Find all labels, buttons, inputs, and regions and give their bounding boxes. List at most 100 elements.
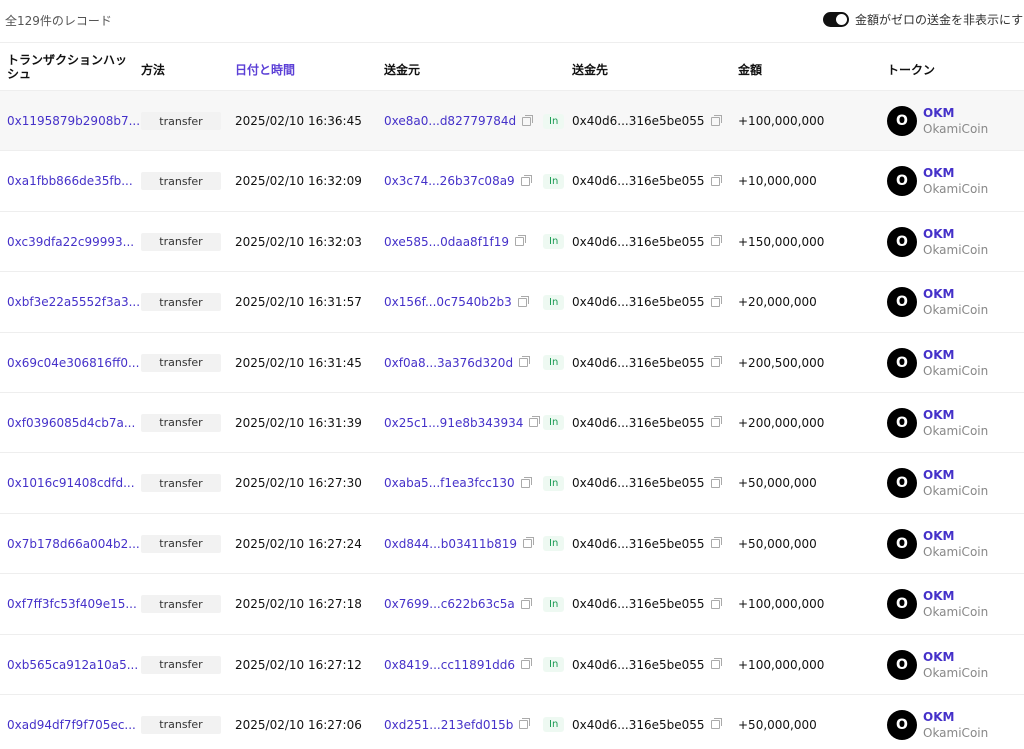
to-address: 0x40d6...316e5be055 xyxy=(572,234,705,249)
token-symbol-link[interactable]: OKM xyxy=(923,105,988,121)
timestamp: 2025/02/10 16:27:24 xyxy=(235,536,362,551)
token-symbol-link[interactable]: OKM xyxy=(923,467,988,483)
copy-icon[interactable] xyxy=(710,718,722,730)
tx-hash-link[interactable]: 0x7b178d66a004b2... xyxy=(7,514,140,574)
token-symbol-link[interactable]: OKM xyxy=(923,165,988,181)
table-row: 0xa1fbb866de35fb... transfer 2025/02/10 … xyxy=(0,150,1024,210)
copy-icon[interactable] xyxy=(710,476,722,488)
token-symbol-link[interactable]: OKM xyxy=(923,588,988,604)
from-address-link[interactable]: 0xaba5...f1ea3fcc130 xyxy=(384,476,515,490)
column-header-method: 方法 xyxy=(141,63,166,77)
to-address: 0x40d6...316e5be055 xyxy=(572,476,705,491)
from-address-link[interactable]: 0x8419...cc11891dd6 xyxy=(384,658,515,672)
copy-icon[interactable] xyxy=(710,658,722,670)
tx-hash-link[interactable]: 0x69c04e306816ff0... xyxy=(7,333,139,393)
copy-icon[interactable] xyxy=(520,658,532,670)
direction-cell: In xyxy=(543,514,565,574)
to-address: 0x40d6...316e5be055 xyxy=(572,415,705,430)
table-row: 0x69c04e306816ff0... transfer 2025/02/10… xyxy=(0,331,1024,393)
copy-icon[interactable] xyxy=(519,356,531,368)
token-symbol-link[interactable]: OKM xyxy=(923,347,988,363)
hide-zero-toggle[interactable]: 金額がゼロの送金を非表示にする xyxy=(823,11,1024,28)
from-address-link[interactable]: 0x7699...c622b63c5a xyxy=(384,597,515,611)
copy-icon[interactable] xyxy=(710,597,722,609)
copy-icon[interactable] xyxy=(710,416,722,428)
from-address-link[interactable]: 0x25c1...91e8b343934 xyxy=(384,416,523,430)
amount: +200,500,000 xyxy=(738,355,825,370)
copy-icon[interactable] xyxy=(710,114,722,126)
tx-hash-link[interactable]: 0x1016c91408cdfd... xyxy=(7,453,135,513)
from-address-link[interactable]: 0xe585...0daa8f1f19 xyxy=(384,235,509,249)
token-name: OkamiCoin xyxy=(923,122,989,136)
tx-hash-link[interactable]: 0xbf3e22a5552f3a3... xyxy=(7,272,140,332)
copy-icon[interactable] xyxy=(523,537,535,549)
direction-badge: In xyxy=(543,717,565,733)
from-address-link[interactable]: 0xe8a0...d82779784d xyxy=(384,114,516,128)
token-cell[interactable]: O OKM OkamiCoin xyxy=(887,453,988,513)
method-cell: transfer xyxy=(141,393,221,453)
method-badge: transfer xyxy=(141,232,221,251)
table-row: 0xc39dfa22c99993... transfer 2025/02/10 … xyxy=(0,210,1024,272)
token-cell[interactable]: O OKM OkamiCoin xyxy=(887,393,988,453)
amount: +100,000,000 xyxy=(738,657,825,672)
copy-icon[interactable] xyxy=(710,356,722,368)
token-cell[interactable]: O OKM OkamiCoin xyxy=(887,574,988,634)
token-cell[interactable]: O OKM OkamiCoin xyxy=(887,272,988,332)
direction-badge: In xyxy=(543,294,565,310)
tx-hash-link[interactable]: 0xf0396085d4cb7a... xyxy=(7,393,135,453)
tx-hash-link[interactable]: 0xa1fbb866de35fb... xyxy=(7,151,133,211)
token-cell[interactable]: O OKM OkamiCoin xyxy=(887,635,988,695)
timestamp: 2025/02/10 16:27:06 xyxy=(235,717,362,732)
tx-hash-link[interactable]: 0xc39dfa22c99993... xyxy=(7,212,134,272)
token-cell[interactable]: O OKM OkamiCoin xyxy=(887,333,988,393)
token-symbol-link[interactable]: OKM xyxy=(923,226,988,242)
to-cell: 0x40d6...316e5be055 xyxy=(572,635,722,695)
copy-icon[interactable] xyxy=(520,174,532,186)
copy-icon[interactable] xyxy=(520,597,532,609)
copy-icon[interactable] xyxy=(517,295,529,307)
tx-hash-link[interactable]: 0xad94df7f9f705ec... xyxy=(7,695,136,749)
method-badge: transfer xyxy=(141,534,221,553)
direction-cell: In xyxy=(543,393,565,453)
token-logo-icon: O xyxy=(887,468,917,499)
method-cell: transfer xyxy=(141,91,221,151)
from-address-link[interactable]: 0xd251...213efd015b xyxy=(384,718,513,732)
direction-badge: In xyxy=(543,536,565,552)
direction-cell: In xyxy=(543,635,565,695)
token-cell[interactable]: O OKM OkamiCoin xyxy=(887,212,988,272)
copy-icon[interactable] xyxy=(710,537,722,549)
from-address-link[interactable]: 0xf0a8...3a376d320d xyxy=(384,356,513,370)
token-cell[interactable]: O OKM OkamiCoin xyxy=(887,514,988,574)
copy-icon[interactable] xyxy=(519,718,531,730)
column-header-time[interactable]: 日付と時間 xyxy=(235,61,295,78)
copy-icon[interactable] xyxy=(529,416,541,428)
copy-icon[interactable] xyxy=(522,114,534,126)
token-name: OkamiCoin xyxy=(923,242,989,257)
amount: +50,000,000 xyxy=(738,476,817,491)
token-cell[interactable]: O OKM OkamiCoin xyxy=(887,151,988,211)
token-symbol-link[interactable]: OKM xyxy=(923,649,988,665)
copy-icon[interactable] xyxy=(515,235,527,247)
direction-cell: In xyxy=(543,151,565,211)
token-cell[interactable]: O OKM OkamiCoin xyxy=(887,91,988,151)
copy-icon[interactable] xyxy=(710,295,722,307)
timestamp: 2025/02/10 16:27:18 xyxy=(235,597,362,612)
toggle-switch[interactable] xyxy=(823,12,849,27)
timestamp: 2025/02/10 16:36:45 xyxy=(235,114,362,128)
copy-icon[interactable] xyxy=(710,235,722,247)
tx-hash-link[interactable]: 0x1195879b2908b7... xyxy=(7,91,140,151)
from-address-link[interactable]: 0x156f...0c7540b2b3 xyxy=(384,295,512,309)
token-cell[interactable]: O OKM OkamiCoin xyxy=(887,695,988,749)
token-symbol-link[interactable]: OKM xyxy=(923,528,988,544)
tx-hash-link[interactable]: 0xf7ff3fc53f409e15... xyxy=(7,574,137,634)
from-address-link[interactable]: 0x3c74...26b37c08a9 xyxy=(384,174,515,188)
token-name: OkamiCoin xyxy=(923,363,989,378)
to-cell: 0x40d6...316e5be055 xyxy=(572,333,722,393)
from-address-link[interactable]: 0xd844...b03411b819 xyxy=(384,537,517,551)
token-symbol-link[interactable]: OKM xyxy=(923,407,988,423)
tx-hash-link[interactable]: 0xb565ca912a10a5... xyxy=(7,635,138,695)
copy-icon[interactable] xyxy=(520,476,532,488)
copy-icon[interactable] xyxy=(710,174,722,186)
token-symbol-link[interactable]: OKM xyxy=(923,709,988,725)
token-symbol-link[interactable]: OKM xyxy=(923,286,988,302)
